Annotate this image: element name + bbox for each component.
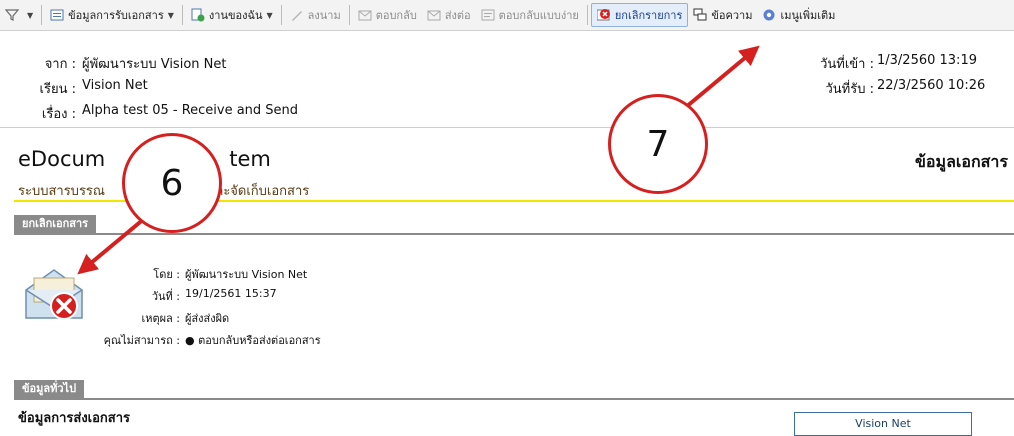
cancel-reason-label: เหตุผล : bbox=[141, 312, 180, 325]
toolbar-divider bbox=[586, 5, 588, 25]
reply-label: ตอบกลับ bbox=[375, 9, 417, 22]
to-value: Vision Net bbox=[82, 78, 148, 93]
forward-icon bbox=[427, 8, 441, 22]
from-label: จาก : bbox=[44, 57, 76, 72]
subject-value: Alpha test 05 - Receive and Send bbox=[82, 103, 299, 118]
cancel-date-label: วันที่ : bbox=[151, 290, 180, 303]
annotation-circle-6: 6 bbox=[122, 133, 222, 233]
arrow-7 bbox=[678, 45, 760, 114]
document-info-title: ข้อมูลเอกสาร bbox=[914, 152, 1008, 171]
cancelled-by-value: ผู้พัฒนาระบบ Vision Net bbox=[185, 268, 308, 281]
pen-icon bbox=[290, 8, 304, 22]
sign-button[interactable]: ลงนาม bbox=[285, 4, 346, 26]
cancel-date-value: 19/1/2561 15:37 bbox=[185, 287, 277, 300]
cancel-item-label: ยกเลิกรายการ bbox=[614, 9, 683, 22]
toolbar-divider bbox=[181, 5, 183, 25]
to-label: เรียน : bbox=[39, 82, 76, 97]
filter-dropdown-button[interactable]: ▼ bbox=[0, 4, 38, 26]
tasks-icon bbox=[191, 8, 205, 22]
toolbar: ▼ ข้อมูลการรับเอกสาร ▼ งานของฉัน ▼ ลงนาม… bbox=[0, 0, 1014, 31]
cancelled-mail-icon bbox=[24, 264, 84, 324]
sign-label: ลงนาม bbox=[307, 9, 341, 22]
more-menu-button[interactable]: เมนูเพิ่มเติม bbox=[757, 4, 840, 26]
my-tasks-menu[interactable]: งานของฉัน ▼ bbox=[186, 4, 278, 26]
more-menu-label: เมนูเพิ่มเติม bbox=[780, 9, 836, 22]
cancelled-by-label: โดย : bbox=[153, 268, 180, 281]
cancel-section-tab: ยกเลิกเอกสาร bbox=[14, 215, 97, 233]
gear-icon bbox=[762, 8, 776, 22]
date-in-value: 1/3/2560 13:19 bbox=[877, 53, 977, 68]
quick-reply-icon bbox=[481, 8, 495, 22]
cancel-item-button[interactable]: ยกเลิกรายการ bbox=[590, 3, 689, 27]
general-section-tab: ข้อมูลทั่วไป bbox=[14, 380, 85, 398]
annotation-circle-7: 7 bbox=[608, 94, 708, 194]
cancel-icon bbox=[596, 8, 611, 22]
reply-icon bbox=[358, 8, 372, 22]
my-tasks-label: งานของฉัน bbox=[208, 9, 263, 22]
forward-label: ส่งต่อ bbox=[444, 9, 471, 22]
app-title-start: eDocum bbox=[18, 147, 106, 171]
general-section-bar: ข้อมูลทั่วไป bbox=[14, 380, 1014, 400]
receive-info-label: ข้อมูลการรับเอกสาร bbox=[68, 9, 164, 22]
app-subtitle-start: ระบบสารบรรณ bbox=[18, 184, 105, 199]
date-received-value: 22/3/2560 10:26 bbox=[877, 78, 986, 93]
toolbar-divider bbox=[348, 5, 350, 25]
app-subtitle-end: และจัดเก็บเอกสาร bbox=[206, 184, 310, 199]
chat-icon bbox=[693, 8, 707, 22]
quick-reply-label: ตอบกลับแบบง่าย bbox=[498, 9, 579, 22]
cannot-do-label: คุณไม่สามารถ : bbox=[103, 334, 180, 347]
filter-icon bbox=[4, 8, 20, 22]
reply-button[interactable]: ตอบกลับ bbox=[353, 4, 422, 26]
date-in-label: วันที่เข้า : bbox=[820, 57, 874, 72]
recipient-box: Vision Net bbox=[794, 412, 972, 436]
from-value: ผู้พัฒนาระบบ Vision Net bbox=[82, 57, 227, 72]
document-list-icon bbox=[50, 8, 64, 22]
toolbar-divider bbox=[280, 5, 282, 25]
quick-reply-button[interactable]: ตอบกลับแบบง่าย bbox=[476, 4, 584, 26]
chevron-down-icon: ▼ bbox=[27, 10, 34, 20]
cannot-do-value: ● ตอบกลับหรือส่งต่อเอกสาร bbox=[185, 334, 321, 347]
forward-button[interactable]: ส่งต่อ bbox=[422, 4, 476, 26]
toolbar-divider bbox=[41, 5, 43, 25]
receive-info-menu[interactable]: ข้อมูลการรับเอกสาร ▼ bbox=[45, 4, 179, 26]
sending-info-heading: ข้อมูลการส่งเอกสาร bbox=[18, 411, 131, 426]
message-label: ข้อความ bbox=[711, 9, 753, 22]
header-divider bbox=[0, 127, 1014, 128]
chevron-down-icon: ▼ bbox=[167, 10, 174, 20]
cancel-reason-value: ผู้ส่งส่งผิด bbox=[185, 312, 230, 325]
message-button[interactable]: ข้อความ bbox=[688, 4, 757, 26]
date-received-label: วันที่รับ : bbox=[825, 82, 874, 97]
app-title-end: tem bbox=[229, 147, 271, 171]
chevron-down-icon: ▼ bbox=[266, 10, 273, 20]
subject-label: เรื่อง : bbox=[41, 107, 76, 122]
